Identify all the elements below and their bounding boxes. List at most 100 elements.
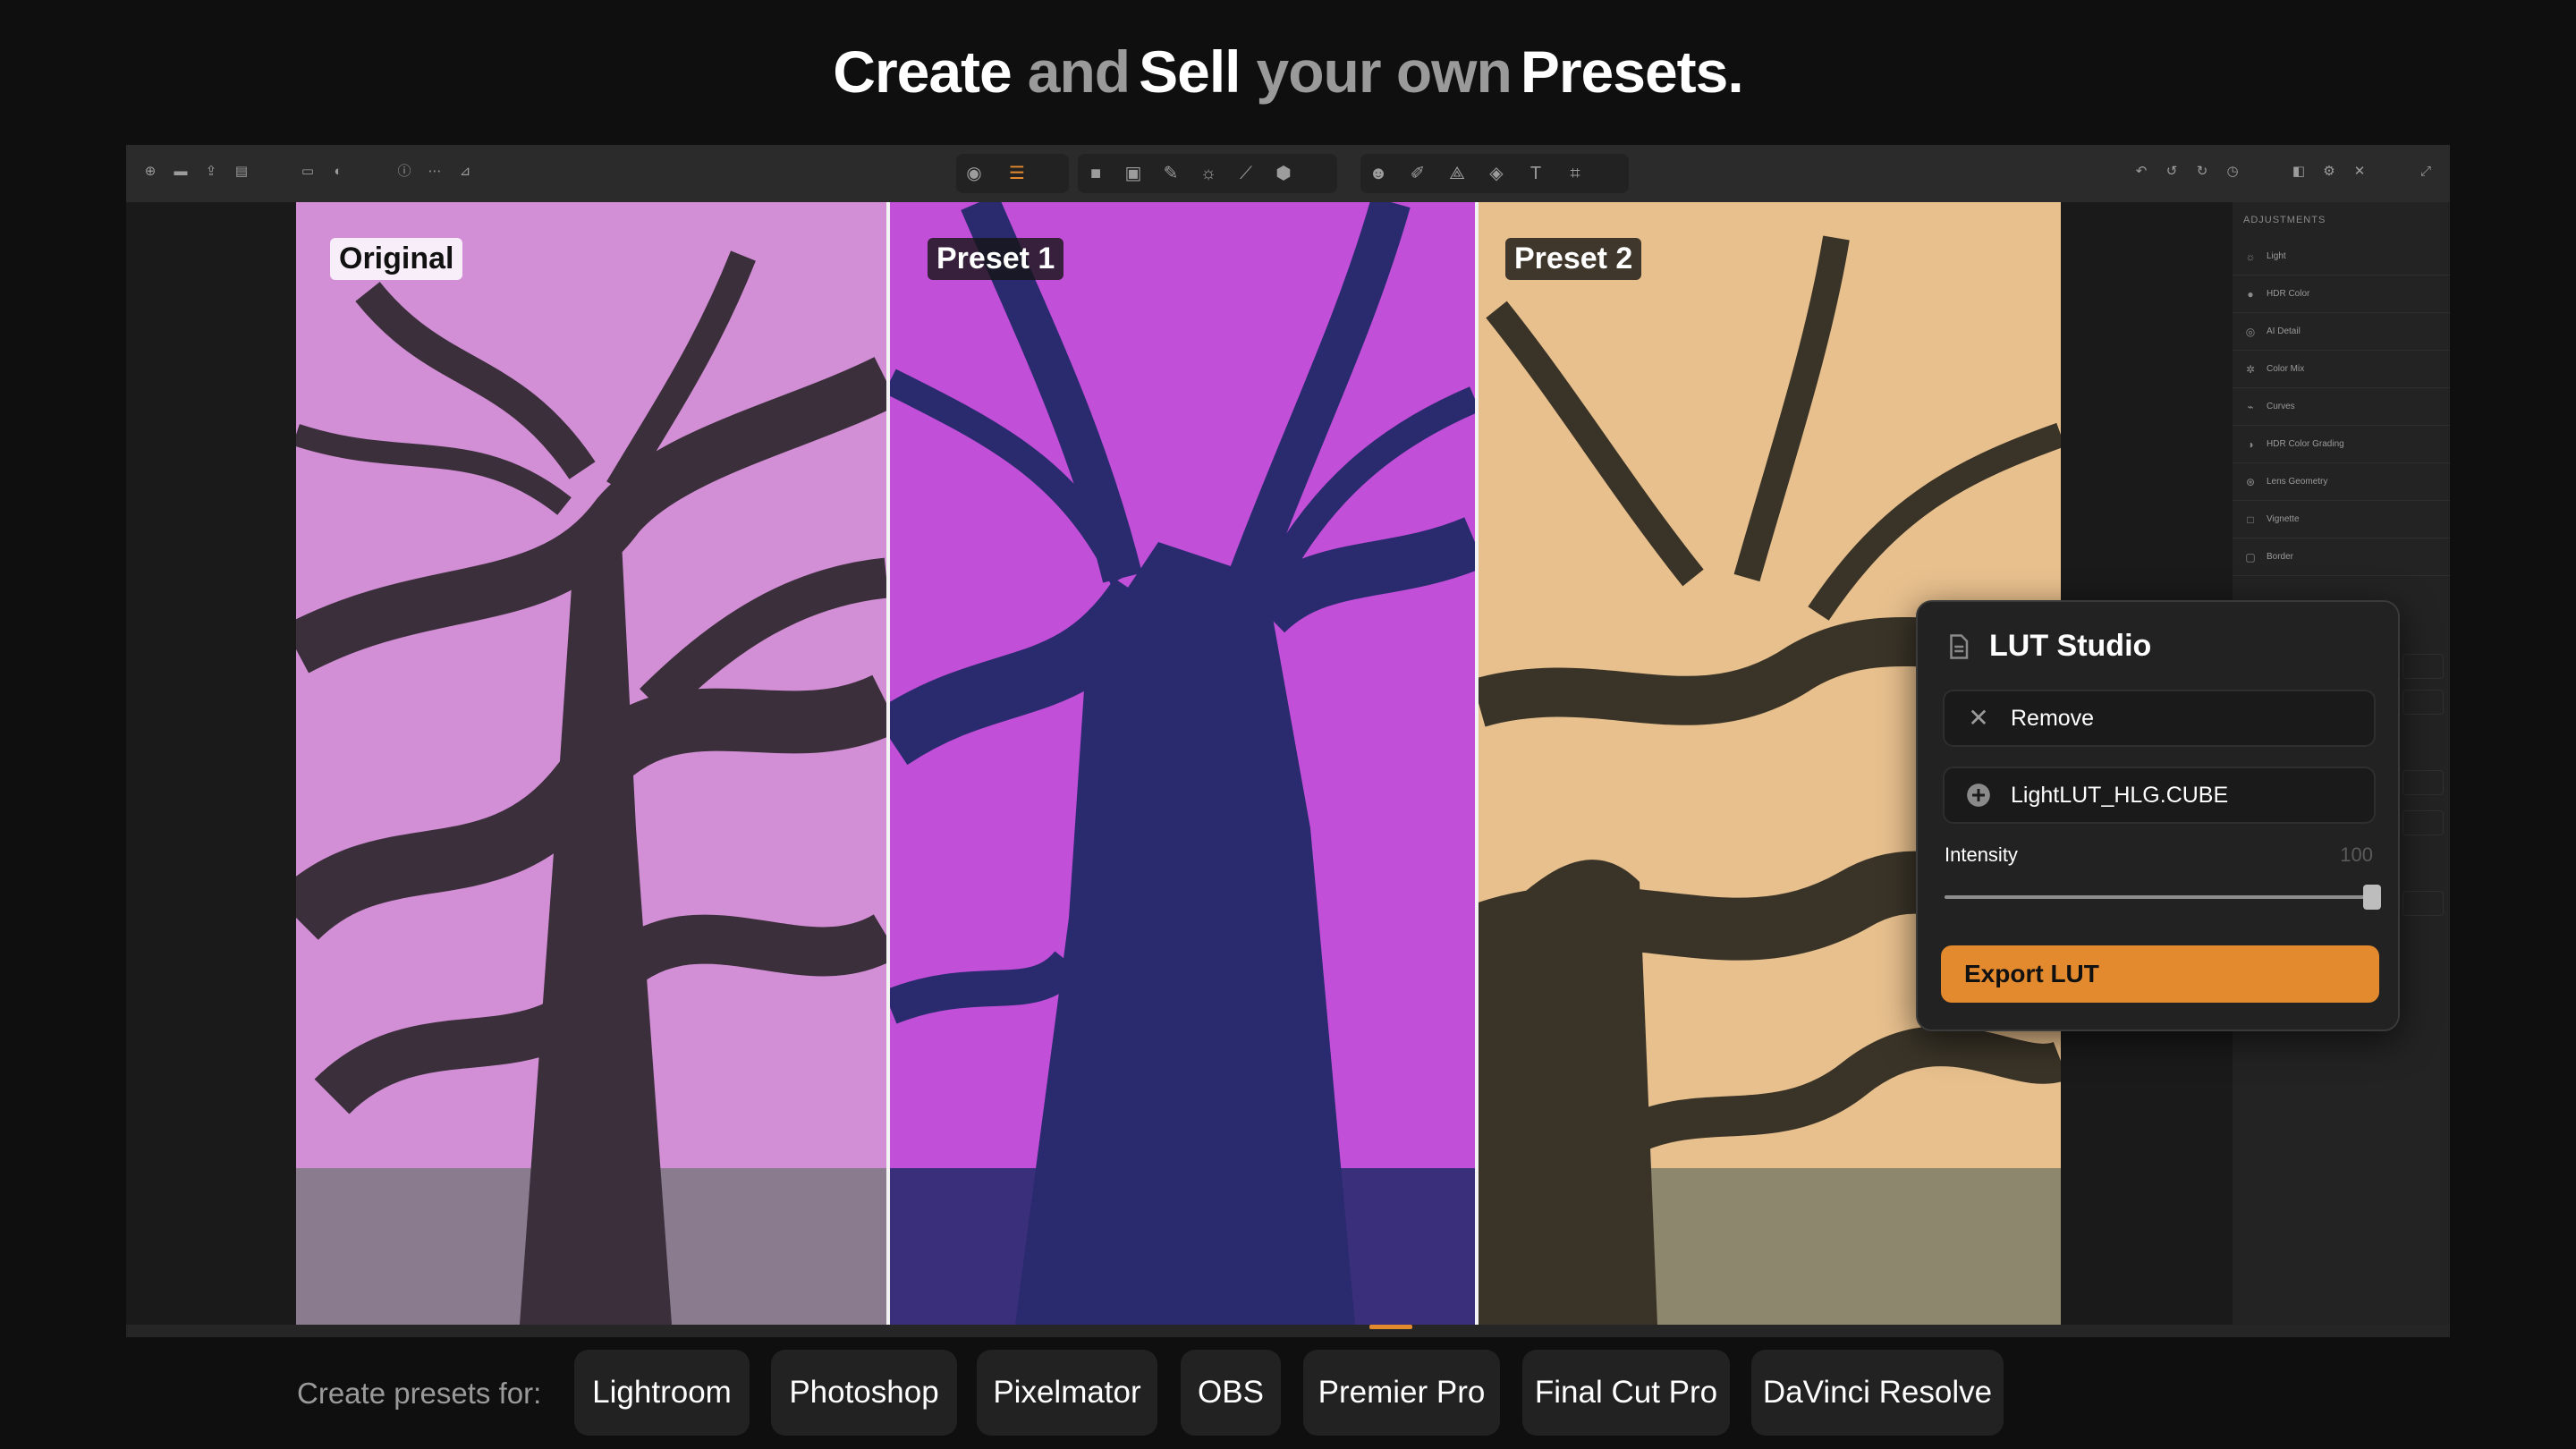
toolbar-group-effects: ☻ ✐ ⟁ ◈ T ⌗ (1360, 154, 1629, 193)
sidebar-item-hdr-color-grading[interactable]: ◑ HDR Color Grading (2233, 426, 2450, 463)
image-canvas[interactable]: Original Preset 1 Preset 2 (296, 202, 2061, 1325)
app-chip-premier-pro[interactable]: Premier Pro (1303, 1350, 1500, 1436)
document-icon (1945, 633, 1971, 660)
lut-title: LUT Studio (1989, 629, 2152, 663)
ghost-field (2402, 690, 2444, 715)
curves-icon: ⌁ (2247, 400, 2254, 413)
ghost-field (2402, 654, 2444, 679)
toolbar-group-tools: ■ ▣ ✎ ☼ ⟋ ⬢ (1078, 154, 1337, 193)
text-icon[interactable]: T (1525, 163, 1546, 184)
intensity-slider[interactable] (1945, 885, 2381, 910)
more-icon[interactable]: ⋯ (427, 163, 443, 179)
tag-icon[interactable]: ⊿ (457, 163, 473, 179)
slider-thumb[interactable] (2363, 885, 2381, 910)
drop-icon: ● (2247, 287, 2254, 301)
history-icon[interactable]: ◷ (2224, 163, 2241, 179)
image-label: Preset 1 (928, 238, 1064, 280)
sidebar-item-label: Vignette (2267, 514, 2300, 524)
sliders-icon[interactable]: ☰ (1006, 163, 1028, 184)
ghost-field (2402, 810, 2444, 835)
settings-icon[interactable]: ⚙ (2321, 163, 2337, 179)
sidebar-item-label: Lens Geometry (2267, 477, 2328, 487)
landscape-icon[interactable]: ▣ (1123, 163, 1144, 184)
undo2-icon[interactable]: ↺ (2164, 163, 2180, 179)
headline-sell: Sell (1139, 38, 1241, 105)
sidebar-item-label: Curves (2267, 402, 2295, 411)
sidebar-item-label: AI Detail (2267, 326, 2301, 336)
sidebar-item-lens-geometry[interactable]: ⊛ Lens Geometry (2233, 463, 2450, 501)
app-chip-pixelmator[interactable]: Pixelmator (977, 1350, 1157, 1436)
sidebar-item-ai-detail[interactable]: ◎ AI Detail (2233, 313, 2450, 351)
image-label: Original (330, 238, 463, 280)
undo-icon[interactable]: ↶ (2133, 163, 2149, 179)
face-icon[interactable]: ☻ (1368, 163, 1389, 184)
compare-icon[interactable]: ◧ (2291, 163, 2307, 179)
sidebar-item-light[interactable]: ☼ Light (2233, 238, 2450, 275)
close-icon: ✕ (1968, 704, 1989, 732)
toolbar-left: ⊕ ▬ ⇪ ▤ ▭ ◐ ⓘ ⋯ ⊿ (142, 163, 473, 179)
slider-fill (1945, 895, 2372, 899)
window-icon[interactable]: ▭ (300, 163, 316, 179)
detail-icon: ◎ (2245, 325, 2256, 338)
brush-icon[interactable]: ⟋ (1235, 163, 1257, 184)
app-chip-lightroom[interactable]: Lightroom (574, 1350, 750, 1436)
sidebar-item-vignette[interactable]: □ Vignette (2233, 501, 2450, 538)
toolbar-right: ↶ ↺ ↻ ◷ ◧ ⚙ ✕ ⤢ (2133, 163, 2434, 179)
filmstrip-bar[interactable] (126, 1325, 2450, 1337)
adjustments-title: ADJUSTMENTS (2243, 215, 2326, 225)
magic-icon[interactable]: ✕ (2351, 163, 2368, 179)
expand-icon[interactable]: ⤢ (2418, 163, 2434, 179)
ghost-field (2402, 770, 2444, 795)
grading-icon: ◑ (2247, 437, 2254, 451)
sidebar-item-border[interactable]: ▢ Border (2233, 538, 2450, 576)
layers-icon[interactable]: ◈ (1486, 163, 1507, 184)
add-icon[interactable]: ⊕ (142, 163, 158, 179)
sun-icon: ☼ (2245, 250, 2256, 263)
mask-icon[interactable]: ◉ (963, 163, 985, 184)
sidebar-item-label: HDR Color Grading (2267, 439, 2344, 449)
square-icon[interactable]: ■ (1085, 163, 1106, 184)
image-preset-1: Preset 1 (890, 202, 1475, 1325)
info-icon[interactable]: ⓘ (396, 163, 412, 179)
app-chip-obs[interactable]: OBS (1181, 1350, 1281, 1436)
sidebar-item-hdr-color[interactable]: ● HDR Color (2233, 275, 2450, 313)
share-icon[interactable]: ⇪ (203, 163, 219, 179)
cube-icon[interactable]: ⬢ (1273, 163, 1294, 184)
headline-your-own: your own (1256, 38, 1513, 105)
preset-targets: Create presets for: Lightroom Photoshop … (0, 1346, 2576, 1436)
edit-icon[interactable]: ◐ (330, 163, 346, 179)
triangle-icon[interactable]: ⟁ (1446, 163, 1468, 184)
trash-icon[interactable]: ▤ (233, 163, 250, 179)
crop-icon[interactable]: ⌗ (1564, 163, 1586, 184)
toolbar-group-adjust: ◉ ☰ (956, 154, 1069, 193)
headline-create: Create (833, 38, 1012, 105)
sidebar-item-label: Light (2267, 251, 2286, 261)
filmstrip-handle[interactable] (1369, 1325, 1412, 1329)
intensity-label: Intensity (1945, 843, 2018, 866)
headline-and: and (1027, 38, 1131, 105)
tree-photo-preset-1 (890, 202, 1475, 1325)
export-lut-button[interactable]: Export LUT (1941, 945, 2379, 1003)
headline: Create and Sell your own Presets. (0, 0, 2576, 143)
app-chip-final-cut-pro[interactable]: Final Cut Pro (1522, 1350, 1730, 1436)
redo-icon[interactable]: ↻ (2194, 163, 2210, 179)
folder-icon[interactable]: ▬ (173, 163, 189, 179)
sidebar-item-curves[interactable]: ⌁ Curves (2233, 388, 2450, 426)
sidebar-item-label: Color Mix (2267, 364, 2305, 374)
lut-studio-panel: LUT Studio ✕ Remove LightLUT_HLG.CUBE In… (1916, 600, 2400, 1031)
eyedropper-icon[interactable]: ✎ (1160, 163, 1182, 184)
add-circle-icon (1966, 783, 1991, 808)
remove-button[interactable]: ✕ Remove (1943, 690, 2376, 747)
app-chip-photoshop[interactable]: Photoshop (771, 1350, 957, 1436)
wand-icon[interactable]: ✐ (1407, 163, 1428, 184)
lut-header: LUT Studio (1945, 629, 2151, 664)
sidebar-item-label: Border (2267, 552, 2294, 562)
lut-file-button[interactable]: LightLUT_HLG.CUBE (1943, 767, 2376, 824)
app-chip-davinci-resolve[interactable]: DaVinci Resolve (1751, 1350, 2004, 1436)
tree-photo-original (296, 202, 886, 1325)
headline-presets: Presets. (1520, 38, 1744, 105)
sidebar-item-color-mix[interactable]: ✲ Color Mix (2233, 351, 2450, 388)
image-label: Preset 2 (1505, 238, 1642, 280)
sun-icon[interactable]: ☼ (1198, 163, 1219, 184)
image-original: Original (296, 202, 886, 1325)
